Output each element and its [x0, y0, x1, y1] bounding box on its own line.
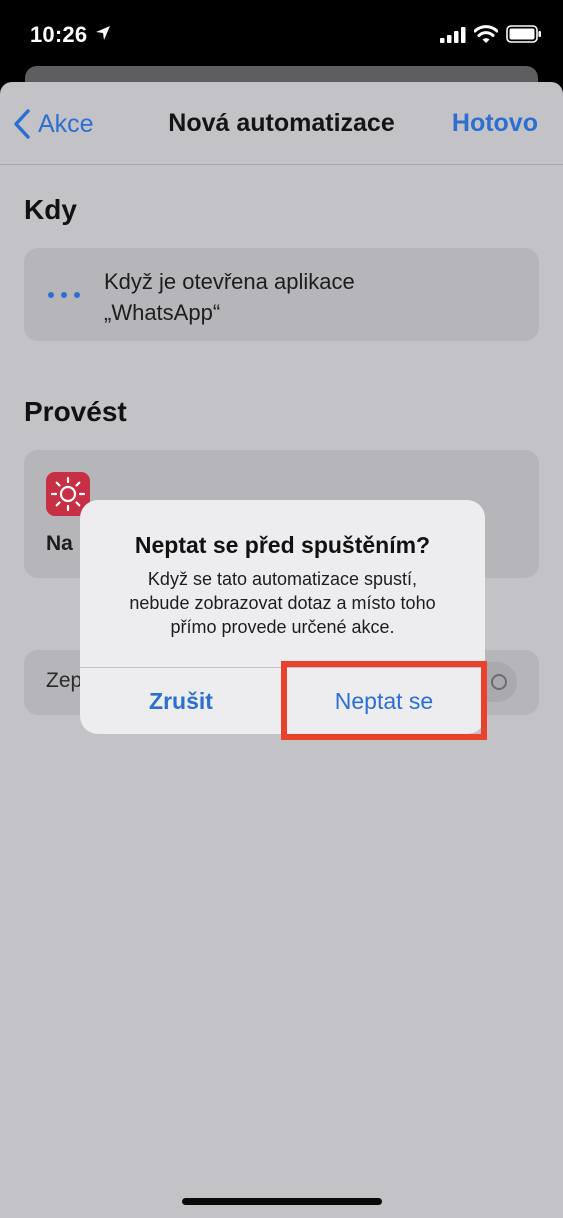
section-title-when: Kdy — [24, 194, 77, 225]
home-indicator[interactable] — [182, 1198, 382, 1205]
section-title-do: Provést — [24, 396, 127, 427]
more-icon — [48, 292, 80, 300]
trigger-card[interactable]: Když je otevřena aplikace „WhatsApp“ — [24, 248, 539, 341]
status-time: 10:26 — [30, 22, 88, 47]
phone-screen: 10:26 Akce Nová automatizace Hotovo Kdy … — [0, 0, 563, 1218]
location-arrow-icon — [96, 26, 110, 40]
ask-before-running-label: Zep — [46, 669, 83, 692]
wifi-icon — [474, 25, 498, 43]
alert-message: Když se tato automatizace spustí, nebude… — [129, 569, 436, 637]
status-bar: 10:26 — [0, 0, 563, 66]
navigation-bar: Akce Nová automatizace Hotovo — [0, 82, 563, 165]
done-button[interactable]: Hotovo — [452, 109, 538, 138]
battery-icon — [506, 25, 541, 43]
trigger-description: Když je otevřena aplikace „WhatsApp“ — [104, 269, 355, 325]
highlight-box — [281, 661, 487, 740]
action-label: Na — [46, 532, 73, 555]
toggle-off-indicator — [491, 674, 507, 690]
alert-title: Neptat se před spuštěním? — [134, 532, 431, 558]
cellular-signal-icon — [440, 27, 466, 43]
cancel-button[interactable]: Zrušit — [80, 668, 282, 734]
